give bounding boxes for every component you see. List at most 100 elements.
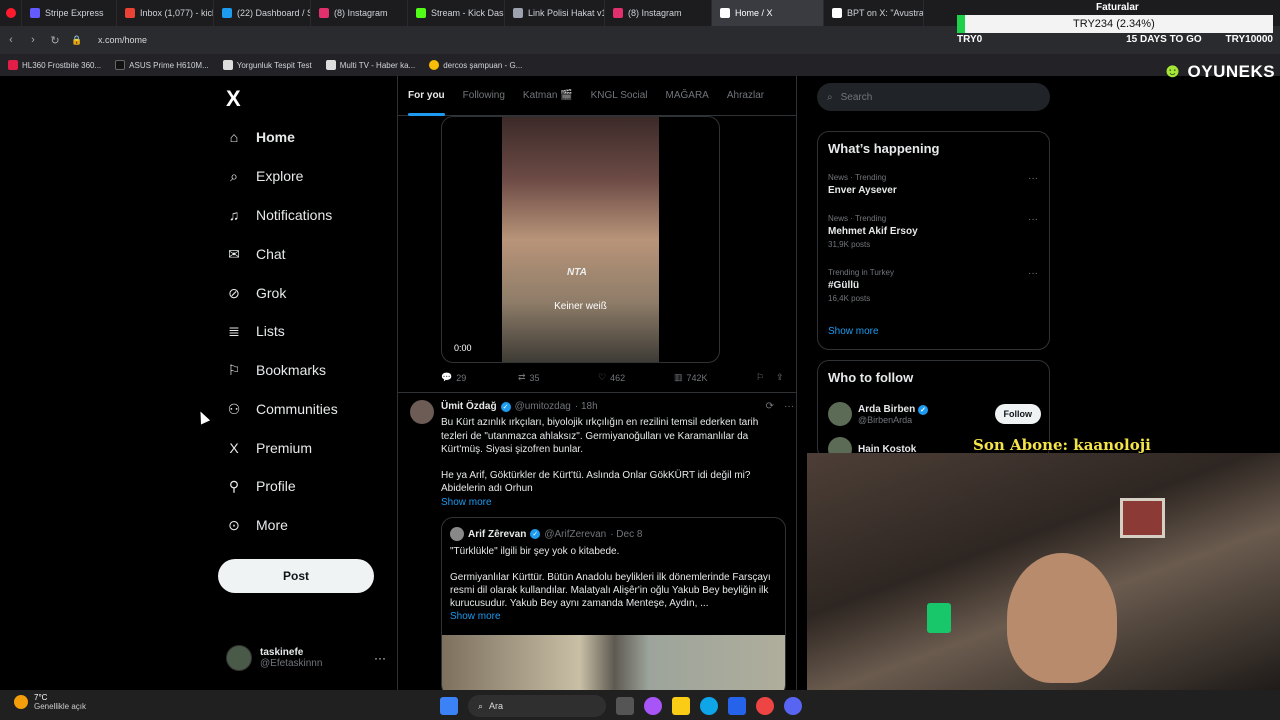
weather-desc: Genellikle açık (34, 702, 87, 711)
quoted-tweet[interactable]: Arif Zêrevan ✓ @ArifZerevan · Dec 8 "Tür… (441, 517, 786, 690)
sidebar-item-explore[interactable]: ⌕ Explore (226, 168, 303, 185)
opera-logo-icon[interactable] (0, 0, 22, 26)
browser-tab[interactable]: Stripe Express (22, 0, 117, 26)
windows-taskbar: 7°C Genellikle açık ⌕ Ara (0, 690, 1280, 720)
weather-temp: 7°C (34, 693, 48, 702)
copilot-icon[interactable] (644, 697, 662, 715)
opera-icon[interactable] (756, 697, 774, 715)
discord-icon[interactable] (784, 697, 802, 715)
account-switcher[interactable]: taskinefe @Efetaskinnn ··· (226, 642, 386, 674)
more-dots-icon[interactable]: ··· (784, 401, 794, 412)
like-button[interactable]: ♡ 462 (598, 372, 674, 383)
bookmarks-bar: HL360 Frostbite 360... ASUS Prime H610M.… (0, 54, 1280, 76)
google-icon (429, 60, 440, 70)
instagram-icon (613, 8, 623, 18)
browser-tab[interactable]: (8) Instagram (311, 0, 408, 26)
tab-following[interactable]: Following (463, 76, 505, 116)
bookmark-item[interactable]: Multi TV - Haber ka... (325, 60, 416, 70)
bookmark-item[interactable]: HL360 Frostbite 360... (8, 60, 101, 70)
edge-icon[interactable] (700, 697, 718, 715)
windows-start-icon[interactable] (440, 697, 458, 715)
trend-item[interactable]: News · Trending Enver Aysever ··· (828, 173, 1038, 196)
taskbar-search[interactable]: ⌕ Ara (468, 695, 606, 717)
follow-suggestion[interactable]: Arda Birben ✓ @BirbenArda Follow (828, 400, 1041, 428)
store-icon[interactable] (728, 697, 746, 715)
bookmark-favicon-icon (8, 60, 18, 70)
bookmark-label: dercos şampuan - G... (443, 60, 523, 70)
x-logo-icon[interactable]: X (226, 86, 241, 112)
search-input[interactable]: ⌕ Search (817, 83, 1050, 111)
share-icon[interactable]: ⇪ (776, 372, 784, 383)
browser-tab[interactable]: Link Polisi Hakat v1.0 (505, 0, 605, 26)
forward-icon[interactable]: › (22, 34, 44, 46)
sidebar-item-label: Communities (256, 401, 338, 417)
repost-button[interactable]: ⇄ 35 (518, 372, 598, 383)
more-dots-icon[interactable]: ··· (1028, 214, 1038, 225)
sidebar-item-grok[interactable]: ⊘ Grok (226, 285, 286, 302)
views-button[interactable]: ▥ 742K (674, 372, 756, 383)
quote-image[interactable] (442, 635, 785, 690)
browser-tab[interactable]: BPT on X: "Avustralya (824, 0, 924, 26)
sidebar-item-home[interactable]: ⌂ Home (226, 129, 295, 145)
weather-widget[interactable]: 7°C Genellikle açık (14, 693, 86, 711)
show-more-link[interactable]: Show more (441, 496, 781, 510)
reply-button[interactable]: 💬 29 (441, 372, 518, 383)
sidebar-item-bookmarks[interactable]: ⚐ Bookmarks (226, 362, 326, 379)
tab-katman[interactable]: Katman 🎬 (523, 76, 573, 116)
browser-tab[interactable]: Inbox (1,077) - kickta (117, 0, 214, 26)
reload-icon[interactable]: ↻ (44, 34, 66, 47)
bookmark-item[interactable]: dercos şampuan - G... (429, 60, 522, 70)
sidebar-item-chat[interactable]: ✉ Chat (226, 245, 285, 263)
bookmark-item[interactable]: Yorgunluk Tespit Test (222, 60, 312, 70)
follow-button[interactable]: Follow (994, 404, 1041, 424)
x-premium-icon: X (229, 440, 239, 456)
browser-tab[interactable]: (22) Dashboard / Stre (214, 0, 311, 26)
show-more-link[interactable]: Show more (450, 610, 780, 623)
trend-name: Enver Aysever (828, 185, 897, 196)
search-icon: ⌕ (827, 91, 833, 103)
trend-item[interactable]: News · Trending Mehmet Akif Ersoy 31,9K … (828, 214, 1038, 249)
sidebar-item-more[interactable]: ⊙ More (226, 517, 288, 534)
url-field[interactable]: x.com/home (98, 35, 147, 45)
sidebar-item-lists[interactable]: ≣ Lists (226, 323, 285, 340)
browser-tab[interactable]: (8) Instagram (605, 0, 712, 26)
browser-tab[interactable]: Stream - Kick Dashbo (408, 0, 505, 26)
bookmark-label: Multi TV - Haber ka... (339, 60, 416, 70)
sidebar-item-notifications[interactable]: ♫ Notifications (226, 207, 333, 223)
more-dots-icon[interactable]: ··· (1028, 268, 1038, 279)
bookmark-label: Yorgunluk Tespit Test (236, 60, 312, 70)
sidebar-item-premium[interactable]: X Premium (226, 440, 312, 456)
mail-icon: ✉ (228, 245, 240, 262)
task-view-icon[interactable] (616, 697, 634, 715)
post-button[interactable]: Post (218, 559, 374, 593)
author-handle[interactable]: @umitozdag (515, 401, 571, 412)
brand-mascot-icon: ☻ (1162, 60, 1184, 82)
tab-ahrazlar[interactable]: Ahrazlar (727, 76, 764, 116)
sidebar-item-communities[interactable]: ⚇ Communities (226, 401, 338, 418)
tab-kngl-social[interactable]: KNGL Social (591, 76, 648, 116)
quote-text: "Türklükle" ilgili bir şey yok o kitabed… (450, 545, 780, 623)
video-frame[interactable]: NTA Keiner weiß (502, 117, 659, 362)
bookmark-icon[interactable]: ⚐ (756, 372, 776, 383)
browser-tab-active[interactable]: Home / X (712, 0, 824, 26)
sidebar-item-profile[interactable]: ⚲ Profile (226, 478, 296, 495)
suggestion-handle: @BirbenArda (858, 414, 913, 425)
tab-magara[interactable]: MAĞARA (666, 76, 709, 116)
more-dots-icon[interactable]: ··· (1028, 173, 1038, 184)
bookmark-item[interactable]: ASUS Prime H610M... (115, 60, 209, 70)
back-icon[interactable]: ‹ (0, 34, 22, 46)
avatar[interactable] (410, 400, 434, 424)
tweet-time[interactable]: · 18h (575, 401, 598, 412)
dashboard-icon (222, 8, 232, 18)
author-name[interactable]: Ümit Özdağ (441, 401, 497, 412)
trend-item[interactable]: Trending in Turkey #Güllü 16,4K posts ··… (828, 268, 1038, 303)
more-dots-icon[interactable]: ··· (374, 651, 386, 665)
tab-for-you[interactable]: For you (408, 76, 445, 116)
tab-label: Inbox (1,077) - kickta (140, 8, 213, 18)
goal-labels: TRY0 15 DAYS TO GO TRY10000 (957, 34, 1273, 45)
video-player[interactable]: NTA Keiner weiß 0:00 (441, 116, 720, 363)
file-explorer-icon[interactable] (672, 697, 690, 715)
grok-icon[interactable]: ⟳ (766, 401, 774, 412)
avatar (450, 527, 464, 541)
show-more-link[interactable]: Show more (828, 326, 879, 337)
